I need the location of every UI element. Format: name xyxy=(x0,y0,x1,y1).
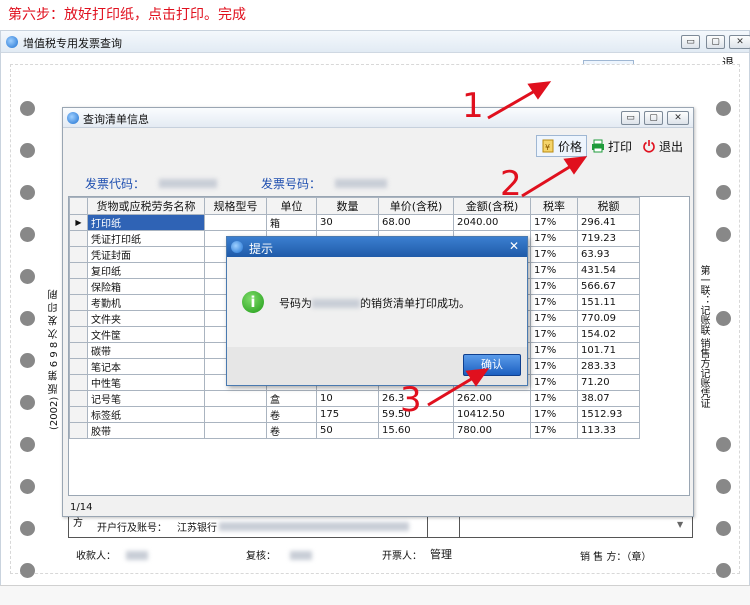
arrow-2-head xyxy=(563,156,588,175)
arrow-3 xyxy=(427,373,479,407)
annotation-number: 1 xyxy=(462,86,484,126)
arrow-1-head xyxy=(527,81,552,100)
annotation-arrows xyxy=(427,81,588,407)
arrow-1 xyxy=(487,86,541,120)
arrow-2 xyxy=(521,161,577,198)
annotation-number: 2 xyxy=(500,164,522,204)
arrow-3-head xyxy=(465,368,490,387)
annotation-number: 3 xyxy=(400,380,422,420)
